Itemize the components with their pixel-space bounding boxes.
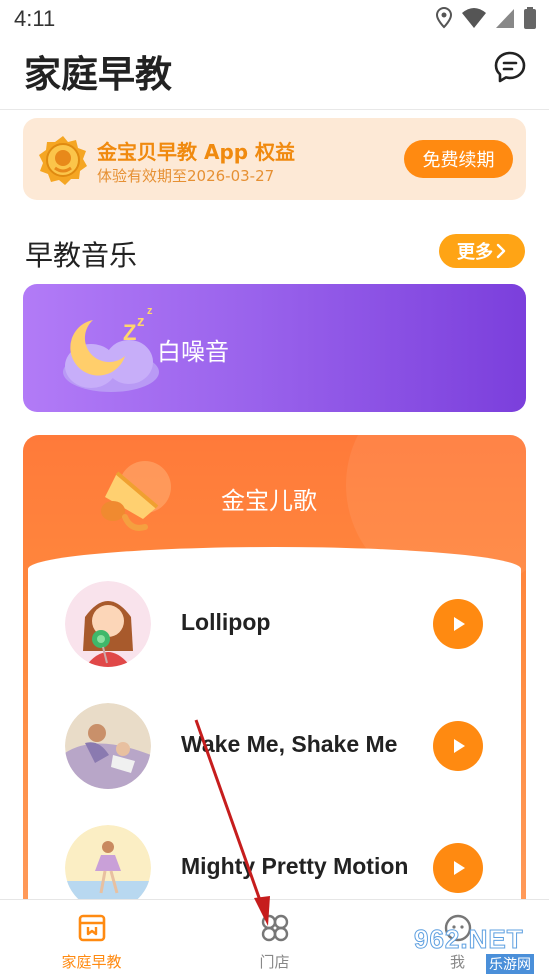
megaphone-icon bbox=[101, 461, 171, 531]
song-row-lollipop[interactable]: Lollipop bbox=[28, 575, 521, 675]
song-name: Mighty Pretty Motion bbox=[181, 853, 409, 879]
play-button[interactable] bbox=[433, 721, 483, 771]
status-bar: 4:11 bbox=[0, 0, 549, 36]
song-name: Lollipop bbox=[181, 609, 271, 635]
wifi-icon bbox=[462, 8, 486, 28]
tab-label: 家庭早教 bbox=[61, 953, 122, 971]
svg-text:z: z bbox=[147, 305, 153, 317]
music-section-header: 早教音乐 更多 bbox=[0, 226, 549, 274]
store-grid-icon bbox=[261, 914, 288, 942]
chat-bubble-icon bbox=[494, 51, 526, 83]
message-button[interactable] bbox=[493, 50, 527, 84]
section-title: 早教音乐 bbox=[25, 239, 138, 272]
location-icon bbox=[435, 7, 453, 29]
wake-me-thumbnail bbox=[65, 703, 151, 789]
svg-text:z: z bbox=[137, 313, 145, 330]
song-list: Lollipop Wake Me, Shake Me Mighty Pretty… bbox=[28, 547, 521, 915]
watermark-sub-text: 乐游网 bbox=[486, 954, 534, 974]
nursery-songs-card: 金宝儿歌 Lollipop Wake Me, Shake Me Mighty P… bbox=[23, 435, 526, 915]
white-noise-card[interactable]: Z z z 白噪音 bbox=[23, 284, 526, 412]
app-header: 家庭早教 bbox=[0, 36, 549, 110]
songs-title: 金宝儿歌 bbox=[221, 487, 317, 515]
signal-icon bbox=[496, 9, 514, 28]
play-icon bbox=[454, 861, 465, 875]
tab-label: 门店 bbox=[259, 953, 290, 971]
vip-title: 金宝贝早教 App 权益 bbox=[97, 140, 296, 164]
battery-icon bbox=[524, 7, 536, 29]
play-icon bbox=[454, 617, 465, 631]
gold-medal-icon bbox=[39, 136, 87, 185]
song-row-wake-me-shake-me[interactable]: Wake Me, Shake Me bbox=[28, 697, 521, 797]
play-icon bbox=[454, 739, 465, 753]
vip-expiry: 体验有效期至2026-03-27 bbox=[97, 167, 275, 185]
more-label: 更多 bbox=[457, 242, 493, 263]
more-button[interactable]: 更多 bbox=[439, 234, 525, 268]
svg-text:Z: Z bbox=[123, 320, 136, 345]
free-renew-button[interactable]: 免费续期 bbox=[404, 140, 513, 178]
lollipop-girl-thumbnail bbox=[65, 581, 151, 667]
vip-benefit-card[interactable]: 金宝贝早教 App 权益 体验有效期至2026-03-27 免费续期 bbox=[23, 118, 526, 200]
white-noise-label: 白噪音 bbox=[157, 338, 229, 366]
play-button[interactable] bbox=[433, 599, 483, 649]
chevron-right-icon bbox=[496, 243, 506, 259]
home-calendar-icon bbox=[78, 914, 105, 942]
status-icons bbox=[435, 6, 537, 30]
tab-home-learning[interactable]: 家庭早教 bbox=[0, 900, 183, 976]
tab-store[interactable]: 门店 bbox=[183, 900, 366, 976]
page-title: 家庭早教 bbox=[24, 53, 172, 96]
status-time: 4:11 bbox=[14, 6, 56, 31]
watermark-logo-text: 962.NET bbox=[414, 924, 524, 955]
play-button[interactable] bbox=[433, 843, 483, 893]
site-watermark: 962.NET 乐游网 bbox=[414, 924, 544, 974]
song-name: Wake Me, Shake Me bbox=[181, 731, 398, 757]
